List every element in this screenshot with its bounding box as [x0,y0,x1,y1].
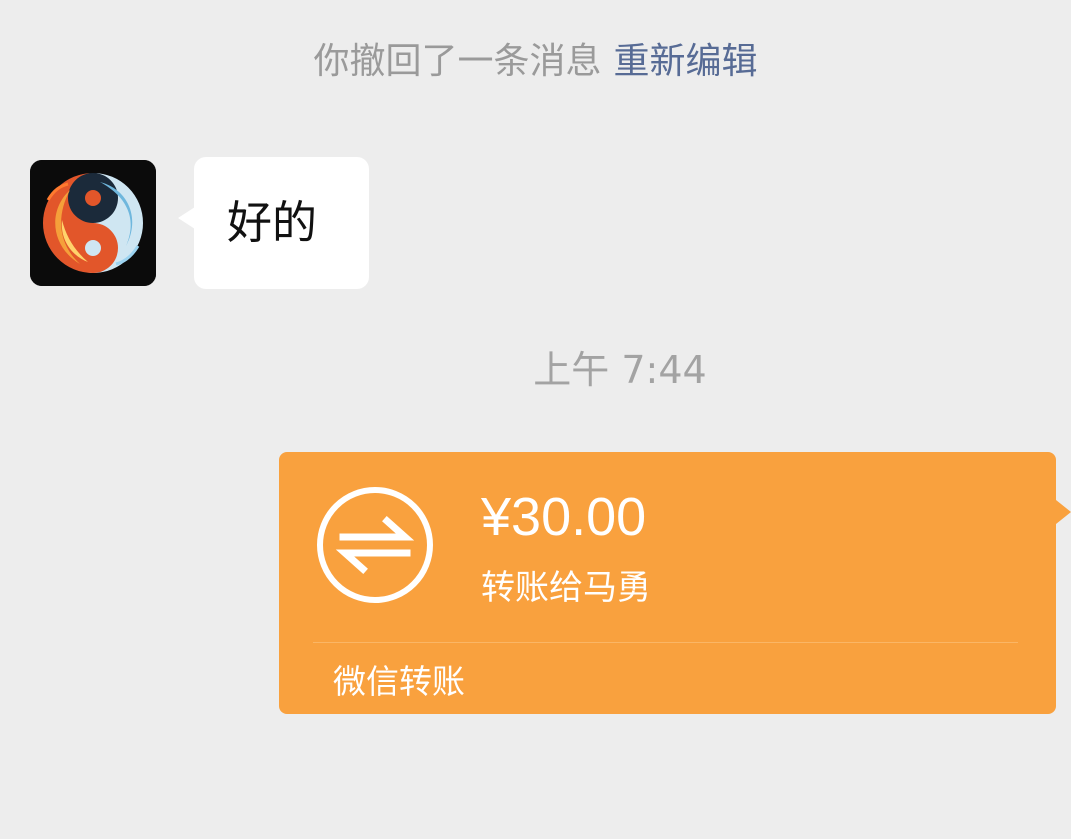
transfer-amount: ¥30.00 [481,487,647,547]
transfer-recipient: 转账给马勇 [481,568,651,608]
transfer-card[interactable]: ¥30.00 转账给马勇 微信转账 [279,452,1071,714]
recall-notice-text: 你撤回了一条消息 [313,41,602,82]
flame-water-swirl-icon [30,160,156,286]
transfer-service-label: 微信转账 [333,662,465,701]
message-timestamp: 上午 7:44 [533,348,707,392]
recall-notice: 你撤回了一条消息 重新编辑 [0,38,1071,86]
incoming-message-bubble[interactable]: 好的 [178,157,369,289]
reedit-link[interactable]: 重新编辑 [614,41,758,82]
contact-avatar[interactable] [30,160,156,286]
card-divider [313,642,1018,643]
transfer-arrows-icon [315,485,435,605]
incoming-message-text: 好的 [227,196,318,249]
